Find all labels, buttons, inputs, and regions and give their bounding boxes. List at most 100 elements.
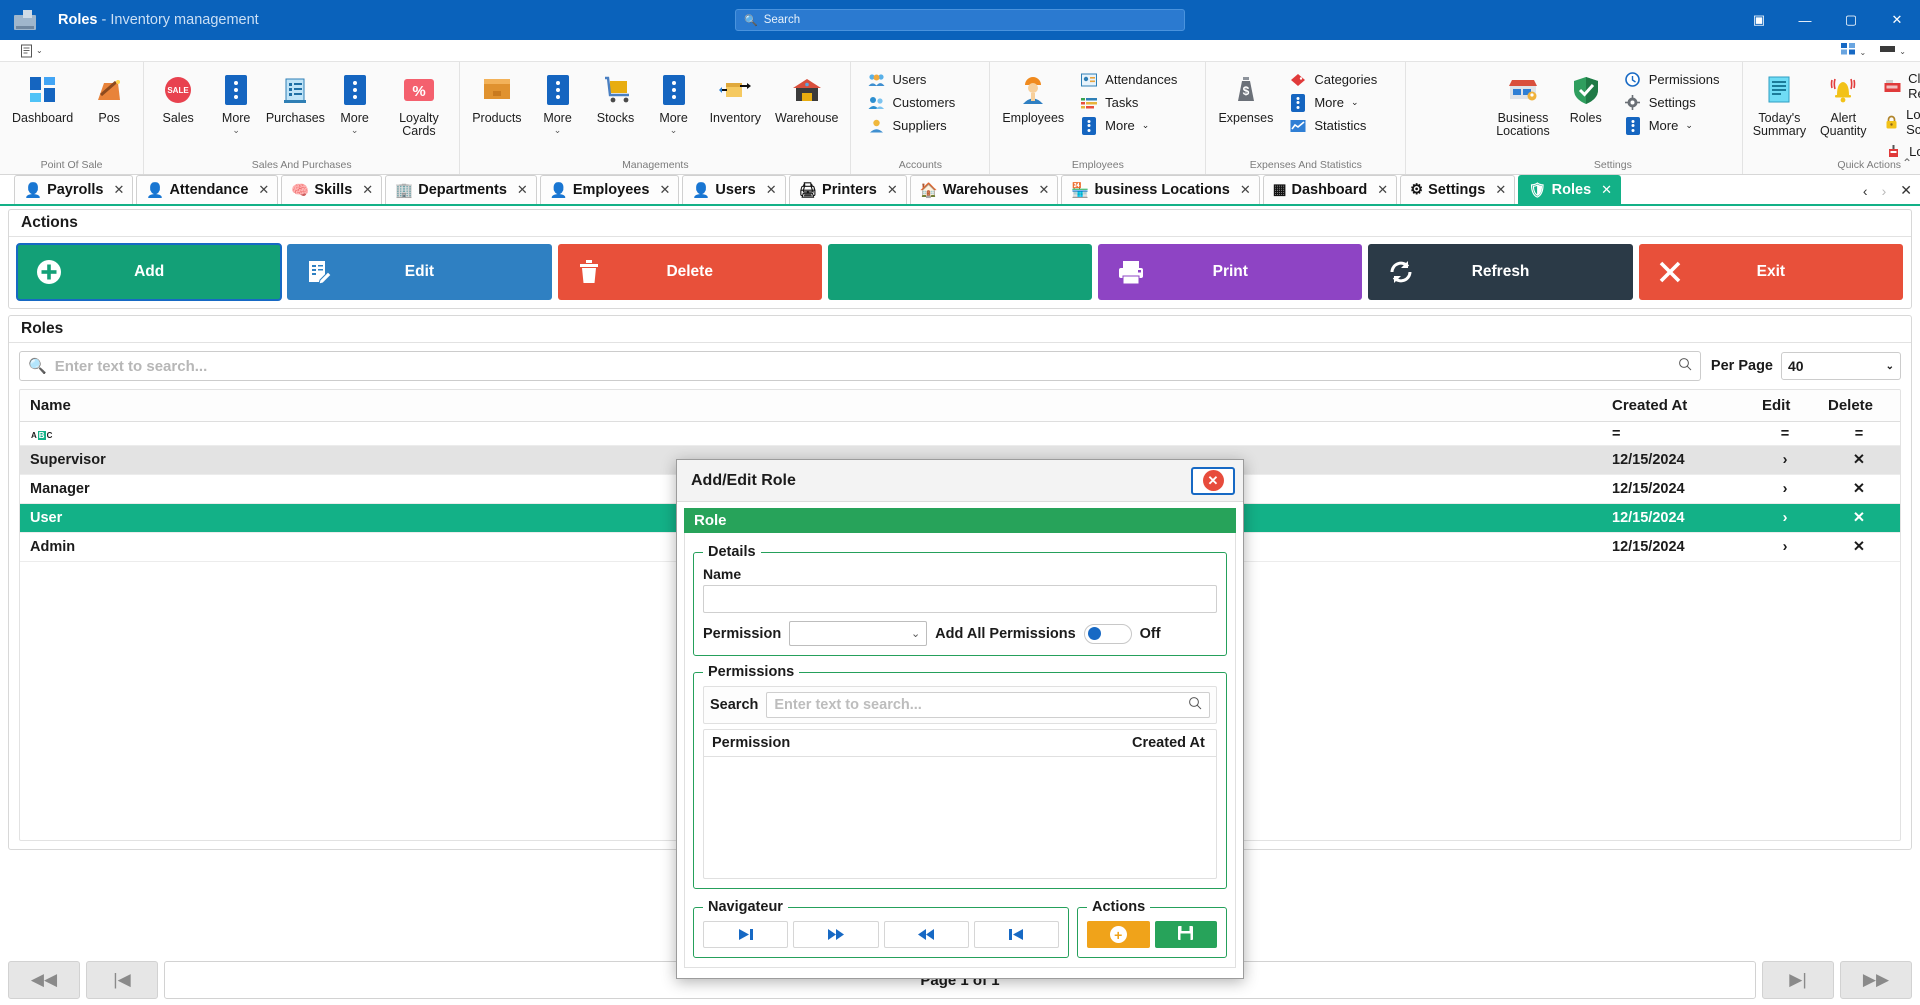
tab-nav-prev-icon[interactable]: ‹ <box>1863 183 1868 199</box>
edit-button[interactable]: Edit <box>287 244 551 300</box>
dialog-add-button[interactable]: + <box>1087 921 1150 948</box>
tab-close-icon[interactable]: ✕ <box>517 182 528 198</box>
ribbon-button-loyalty-cards[interactable]: % Loyalty Cards <box>385 66 454 142</box>
ribbon-button-purchases[interactable]: Purchases <box>266 66 324 129</box>
pager-first-button[interactable]: ◀◀ <box>8 961 80 999</box>
col-name[interactable]: Name <box>20 390 1602 422</box>
permissions-search-input[interactable] <box>774 697 1188 713</box>
add-all-permissions-toggle[interactable] <box>1084 624 1132 644</box>
ribbon-button-roles[interactable]: Roles <box>1558 66 1614 129</box>
tab-settings[interactable]: ⚙Settings✕ <box>1400 175 1515 204</box>
ribbon-button-products-more[interactable]: More ⌄ <box>530 66 586 138</box>
chevron-up-icon[interactable]: ⌃ <box>1902 156 1912 170</box>
tab-business-locations[interactable]: 🏪business Locations✕ <box>1061 175 1259 204</box>
ribbon-button-suppliers[interactable]: Suppliers <box>865 116 961 135</box>
row-delete-button[interactable]: ✕ <box>1818 533 1900 562</box>
theme-icon[interactable]: ⌄ <box>1880 44 1906 57</box>
col-created-at[interactable]: Created At <box>1602 390 1752 422</box>
ribbon-button-close-register[interactable]: Close Register <box>1882 70 1920 102</box>
ribbon-button-stocks[interactable]: Stocks <box>588 66 644 129</box>
col-delete[interactable]: Delete <box>1818 390 1900 422</box>
ribbon-button-products[interactable]: Products <box>466 66 527 129</box>
filter-edit[interactable]: = <box>1752 422 1818 446</box>
close-button[interactable]: ✕ <box>1874 0 1920 40</box>
ribbon-button-warehouse[interactable]: Warehouse <box>769 66 844 129</box>
delete-button[interactable]: Delete <box>558 244 822 300</box>
tab-close-icon[interactable]: ✕ <box>887 182 898 198</box>
filter-name[interactable]: ABC <box>20 422 1602 446</box>
tab-departments[interactable]: 🏢Departments✕ <box>385 175 537 204</box>
row-edit-button[interactable]: › <box>1752 446 1818 475</box>
tab-close-icon[interactable]: ✕ <box>1240 182 1251 198</box>
tab-roles[interactable]: 🛡Roles✕ <box>1518 175 1621 204</box>
col-permission[interactable]: Permission <box>704 730 1124 757</box>
ribbon-button-categories[interactable]: Categories <box>1287 70 1383 89</box>
row-edit-button[interactable]: › <box>1752 533 1818 562</box>
nav-prev-button[interactable] <box>884 921 969 948</box>
nav-first-button[interactable] <box>974 921 1059 948</box>
pager-next-button[interactable]: ▶| <box>1762 961 1834 999</box>
name-input[interactable] <box>703 585 1217 613</box>
tab-skills[interactable]: 🧠Skills✕ <box>281 175 382 204</box>
tab-close-icon[interactable]: ✕ <box>362 182 373 198</box>
tab-nav-close-icon[interactable]: ✕ <box>1900 182 1912 199</box>
row-delete-button[interactable]: ✕ <box>1818 446 1900 475</box>
ribbon-button-settings[interactable]: Settings <box>1622 93 1726 112</box>
minimize-button[interactable]: — <box>1782 0 1828 40</box>
permission-select[interactable]: ⌄ <box>789 621 927 646</box>
layout-button[interactable]: ▣ <box>1736 0 1782 40</box>
ribbon-button-users[interactable]: Users <box>865 70 961 89</box>
col-permission-created-at[interactable]: Created At <box>1124 730 1216 757</box>
ribbon-button-dashboard[interactable]: Dashboard <box>6 66 79 129</box>
permissions-search-box[interactable] <box>766 692 1210 718</box>
row-edit-button[interactable]: › <box>1752 504 1818 533</box>
ribbon-button-lock-screen[interactable]: Lock Screen <box>1882 106 1920 138</box>
hidden-action-button[interactable] <box>828 244 1092 300</box>
tab-printers[interactable]: 🖨Printers✕ <box>789 175 907 204</box>
ribbon-button-employees-more[interactable]: More ⌄ <box>1078 116 1183 135</box>
print-button[interactable]: Print <box>1098 244 1362 300</box>
roles-search-box[interactable]: 🔍 <box>19 351 1701 381</box>
maximize-button[interactable]: ▢ <box>1828 0 1874 40</box>
tab-attendance[interactable]: 👤Attendance✕ <box>136 175 278 204</box>
ribbon-button-statistics[interactable]: Statistics <box>1287 116 1383 135</box>
tab-close-icon[interactable]: ✕ <box>258 182 269 198</box>
ribbon-button-settings-more[interactable]: More ⌄ <box>1622 116 1726 135</box>
ribbon-button-sales-more[interactable]: More ⌄ <box>208 66 264 138</box>
ribbon-button-employees[interactable]: Employees <box>996 66 1070 129</box>
tab-warehouses[interactable]: 🏠Warehouses✕ <box>910 175 1059 204</box>
add-button[interactable]: Add <box>17 244 281 300</box>
ribbon-button-sales[interactable]: SALE Sales <box>150 66 206 129</box>
ribbon-button-attendances[interactable]: Attendances <box>1078 70 1183 89</box>
exit-button[interactable]: Exit <box>1639 244 1903 300</box>
ribbon-button-expenses[interactable]: $ Expenses <box>1212 66 1279 129</box>
refresh-button[interactable]: Refresh <box>1368 244 1632 300</box>
ribbon-button-inventory[interactable]: Inventory <box>704 66 767 129</box>
row-delete-button[interactable]: ✕ <box>1818 504 1900 533</box>
ribbon-button-expenses-more[interactable]: More ⌄ <box>1287 93 1383 112</box>
ribbon-button-alert-quantity[interactable]: Alert Quantity <box>1812 66 1874 142</box>
pager-last-button[interactable]: ▶▶ <box>1840 961 1912 999</box>
ribbon-button-pos[interactable]: Pos <box>81 66 137 129</box>
global-search-box[interactable]: 🔍 Search <box>735 9 1185 31</box>
ribbon-button-todays-summary[interactable]: Today's Summary <box>1749 66 1811 142</box>
filter-created-at[interactable]: = <box>1602 422 1752 446</box>
pager-prev-button[interactable]: |◀ <box>86 961 158 999</box>
tab-close-icon[interactable]: ✕ <box>1377 182 1388 198</box>
ribbon-button-tasks[interactable]: Tasks <box>1078 93 1183 112</box>
dialog-close-button[interactable]: ✕ <box>1191 467 1235 495</box>
tab-close-icon[interactable]: ✕ <box>113 182 124 198</box>
grid-view-icon[interactable]: ⌄ <box>1841 43 1866 58</box>
nav-next-button[interactable] <box>793 921 878 948</box>
search-small-icon[interactable] <box>1678 357 1692 375</box>
ribbon-button-permissions[interactable]: Permissions <box>1622 70 1726 89</box>
tab-users[interactable]: 👤Users✕ <box>682 175 785 204</box>
document-icon[interactable]: ⌄ <box>20 44 43 58</box>
tab-close-icon[interactable]: ✕ <box>1601 182 1612 198</box>
dialog-save-button[interactable] <box>1155 921 1218 948</box>
per-page-select[interactable]: 40 ⌄ <box>1781 352 1901 380</box>
tab-employees[interactable]: 👤Employees✕ <box>540 175 680 204</box>
search-small-icon[interactable] <box>1188 696 1202 714</box>
ribbon-button-stocks-more[interactable]: More ⌄ <box>646 66 702 138</box>
tab-dashboard[interactable]: ▦Dashboard✕ <box>1263 175 1397 204</box>
